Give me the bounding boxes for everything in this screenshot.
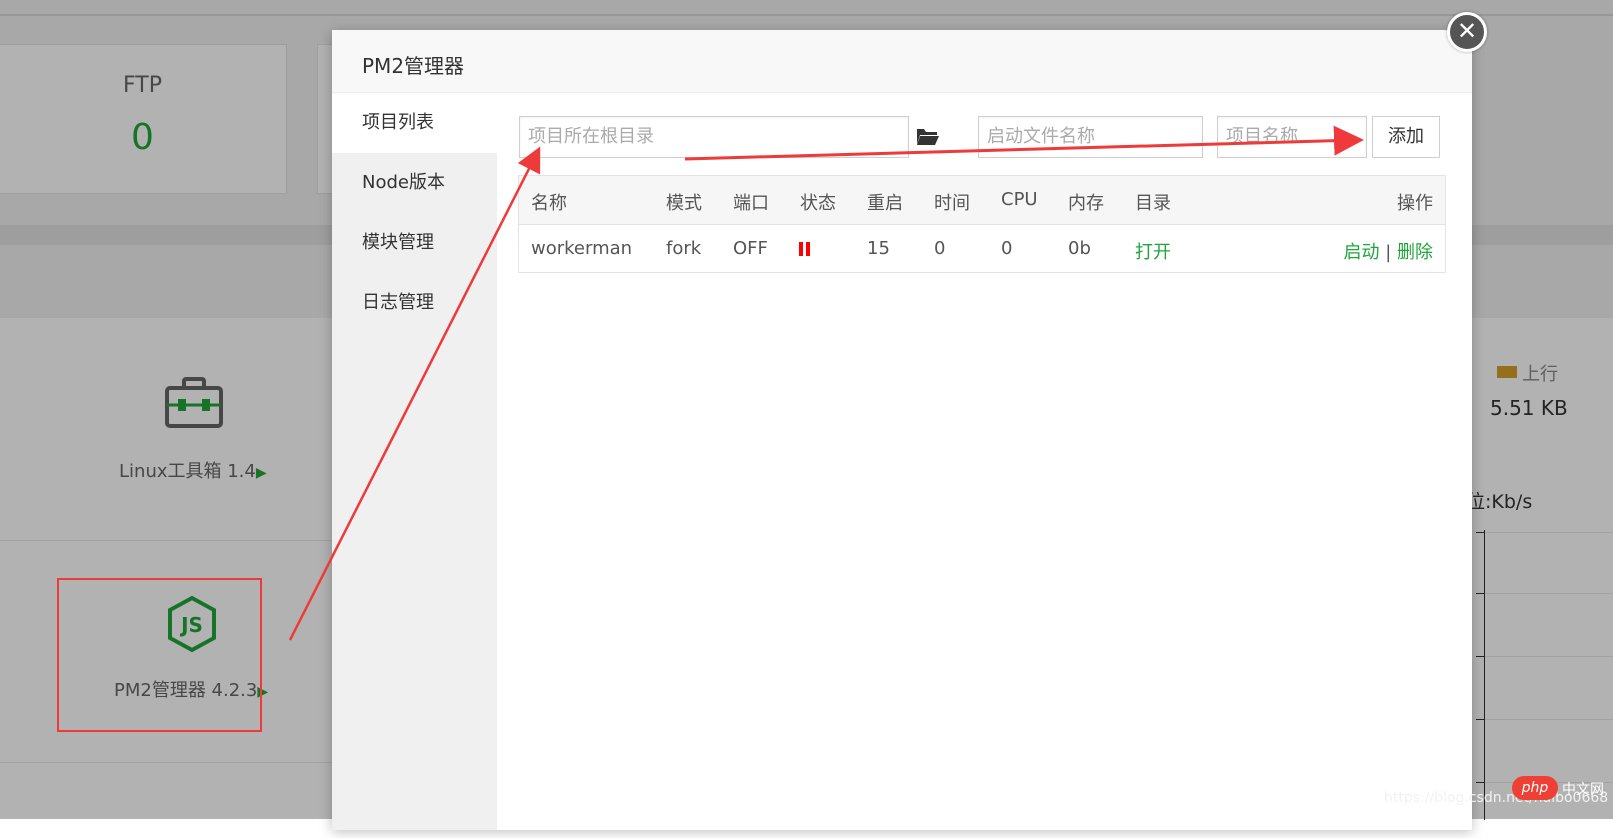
cell-mode: fork — [666, 238, 702, 259]
pm2-manager-dialog: PM2管理器 项目列表 Node版本 模块管理 日志管理 项目所在根目录 启动文… — [332, 30, 1472, 830]
php-cn-label: 中文网 — [1562, 782, 1604, 798]
cell-cpu: 0 — [1001, 238, 1013, 259]
folder-open-icon[interactable] — [916, 125, 940, 147]
sidebar-item-project-list[interactable]: 项目列表 — [332, 93, 497, 153]
close-icon[interactable]: ✕ — [1447, 12, 1487, 52]
col-header-actions: 操作 — [1397, 193, 1433, 214]
cell-restarts: 15 — [867, 238, 890, 259]
open-directory-link[interactable]: 打开 — [1135, 238, 1171, 264]
pause-icon — [799, 242, 811, 256]
cell-time: 0 — [934, 238, 946, 259]
col-header-status: 状态 — [800, 193, 836, 214]
table-row: workerman fork OFF 15 0 0 0b 打开 启动 | 删除 — [519, 225, 1445, 273]
cell-port: OFF — [733, 238, 768, 259]
sidebar-item-module-manage[interactable]: 模块管理 — [332, 213, 497, 273]
col-header-memory: 内存 — [1068, 193, 1104, 214]
sidebar-item-log-manage[interactable]: 日志管理 — [332, 273, 497, 333]
cell-name: workerman — [531, 238, 633, 259]
col-header-directory: 目录 — [1135, 193, 1171, 214]
start-file-input[interactable]: 启动文件名称 — [978, 116, 1203, 158]
project-root-dir-input[interactable]: 项目所在根目录 — [519, 116, 909, 158]
col-header-time: 时间 — [934, 193, 970, 214]
col-header-cpu: CPU — [1001, 189, 1038, 210]
project-name-input[interactable]: 项目名称 — [1217, 116, 1367, 158]
php-logo: php — [1512, 776, 1558, 800]
add-button[interactable]: 添加 — [1372, 116, 1440, 158]
sidebar-item-node-version[interactable]: Node版本 — [332, 153, 497, 213]
col-header-restarts: 重启 — [867, 193, 903, 214]
table-header: 名称 模式 端口 状态 重启 时间 CPU 内存 目录 操作 — [519, 176, 1445, 225]
start-link[interactable]: 启动 — [1343, 242, 1379, 263]
cell-memory: 0b — [1068, 238, 1091, 259]
row-actions: 启动 | 删除 — [1343, 238, 1433, 264]
dialog-header: PM2管理器 — [332, 30, 1472, 93]
col-header-mode: 模式 — [666, 193, 702, 214]
annotation-highlight-box — [57, 578, 262, 732]
delete-link[interactable]: 删除 — [1397, 242, 1433, 263]
dialog-title: PM2管理器 — [362, 54, 465, 78]
col-header-port: 端口 — [733, 193, 769, 214]
dialog-sidebar: 项目列表 Node版本 模块管理 日志管理 — [332, 93, 497, 830]
col-header-name: 名称 — [531, 193, 567, 214]
project-table: 名称 模式 端口 状态 重启 时间 CPU 内存 目录 操作 workerman… — [518, 175, 1446, 273]
action-separator: | — [1385, 242, 1392, 263]
